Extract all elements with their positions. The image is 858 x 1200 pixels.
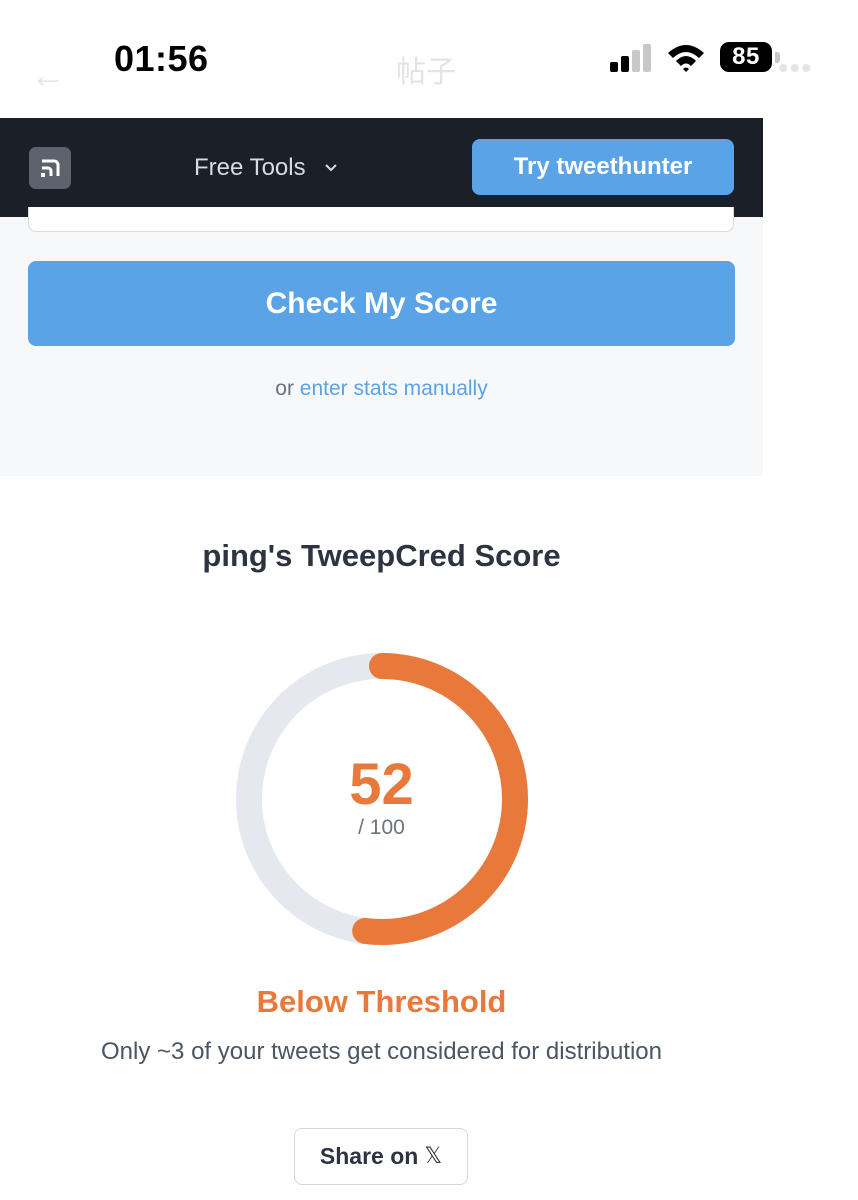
share-on-x-button[interactable]: Share on 𝕏 (294, 1128, 468, 1185)
battery-icon: 85 (720, 42, 782, 74)
status-time: 01:56 (114, 38, 209, 79)
site-navbar: Free Tools Try tweethunter (0, 118, 763, 217)
native-page-title: 帖子 (396, 55, 456, 90)
manual-entry-row: or enter stats manually (0, 377, 763, 401)
signal-icon (610, 44, 651, 72)
score-status-description: Only ~3 of your tweets get considered fo… (101, 1038, 662, 1065)
score-max: / 100 (358, 816, 405, 839)
status-bar: ← 帖子 ••• 01:56 85 (0, 0, 858, 118)
back-arrow-icon[interactable]: ← (30, 55, 66, 95)
check-my-score-button[interactable]: Check My Score (28, 261, 735, 346)
chevron-down-icon (324, 164, 337, 172)
battery-level: 85 (720, 42, 772, 72)
try-tweethunter-button[interactable]: Try tweethunter (472, 139, 734, 195)
battery-cap (775, 52, 780, 63)
wifi-icon (668, 45, 704, 72)
score-value: 52 (349, 752, 414, 817)
manual-entry-prefix: or (275, 377, 294, 400)
score-form: Check My Score or enter stats manually (0, 207, 763, 476)
score-status-label: Below Threshold (256, 984, 507, 1019)
username-input[interactable] (28, 207, 734, 232)
enter-stats-manually-link[interactable]: enter stats manually (300, 377, 488, 400)
more-icon[interactable]: ••• (778, 52, 813, 86)
tweethunter-logo-icon[interactable] (29, 147, 71, 189)
free-tools-label: Free Tools (194, 154, 306, 181)
share-label: Share on (319, 1143, 419, 1169)
free-tools-dropdown[interactable]: Free Tools (194, 154, 338, 182)
x-logo-icon: 𝕏 (424, 1144, 443, 1169)
score-title: ping's TweepCred Score (202, 538, 561, 573)
